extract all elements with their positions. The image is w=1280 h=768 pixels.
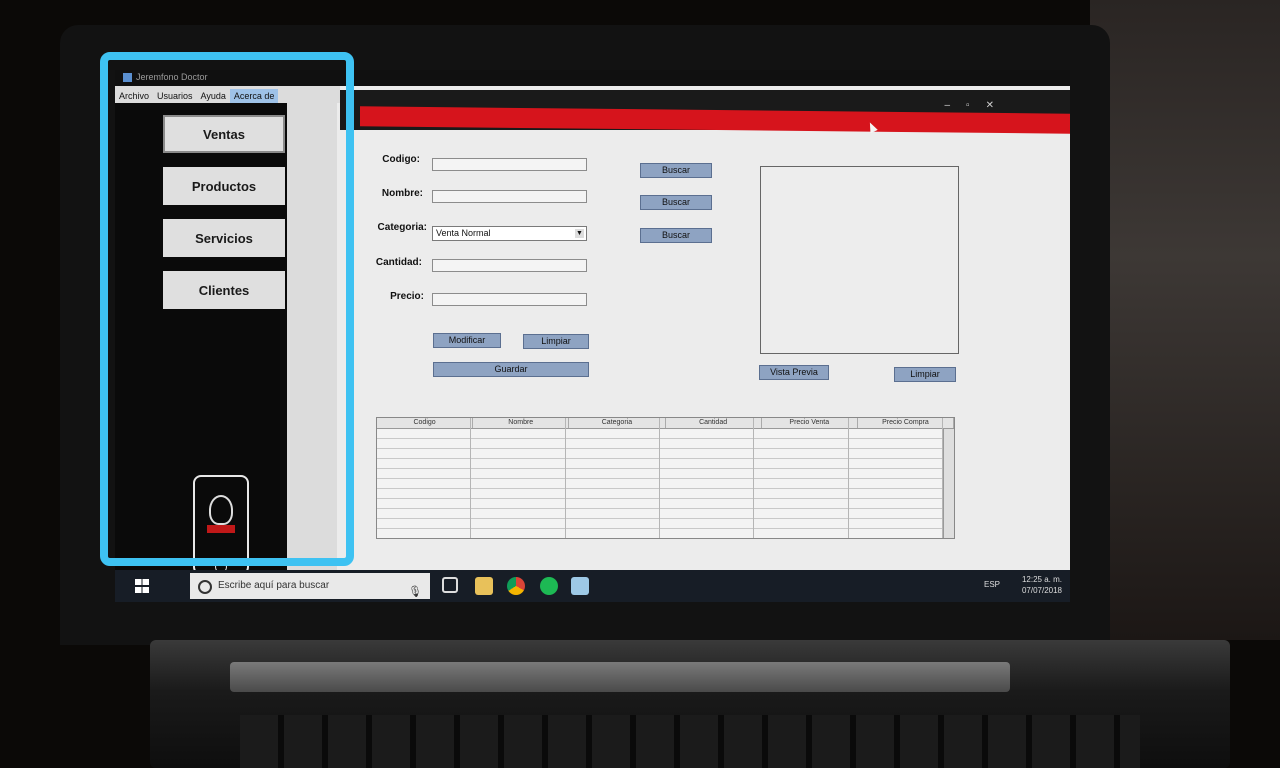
col-cantidad[interactable]: Cantidad	[666, 418, 762, 428]
window-controls[interactable]: –▫✕	[945, 100, 1011, 111]
task-view-icon[interactable]	[442, 577, 458, 593]
image-preview	[760, 166, 959, 354]
background-wall	[1090, 0, 1280, 640]
col-precio-compra[interactable]: Precio Compra	[858, 418, 954, 428]
categoria-label: Categoria:	[377, 222, 427, 233]
chrome-icon[interactable]	[507, 577, 525, 595]
codigo-input[interactable]	[432, 158, 587, 171]
precio-input[interactable]	[432, 293, 587, 306]
language-indicator[interactable]: ESP	[984, 580, 1000, 589]
chevron-down-icon[interactable]: ▼	[575, 229, 584, 238]
clock[interactable]: 12:25 a. m. 07/07/2018	[1022, 574, 1062, 596]
limpiar-preview-button[interactable]: Limpiar	[894, 367, 956, 382]
laptop-hinge	[230, 662, 1010, 692]
categoria-value: Venta Normal	[436, 228, 491, 238]
col-nombre[interactable]: Nombre	[473, 418, 570, 428]
nombre-input[interactable]	[432, 190, 587, 203]
search-input[interactable]: Escribe aquí para buscar 🎙	[190, 573, 430, 599]
products-table: Codigo Nombre Categoria Cantidad Precio …	[376, 417, 955, 539]
buscar-categoria-button[interactable]: Buscar	[640, 228, 712, 243]
windows-start-icon[interactable]	[135, 579, 149, 593]
search-placeholder: Escribe aquí para buscar	[218, 580, 330, 591]
search-icon	[198, 580, 212, 594]
col-codigo[interactable]: Codigo	[377, 418, 474, 428]
cantidad-label: Cantidad:	[375, 257, 422, 268]
windows-taskbar: Escribe aquí para buscar 🎙 ESP 12:25 a. …	[115, 570, 1070, 602]
col-precio-venta[interactable]: Precio Venta	[762, 418, 858, 428]
file-explorer-icon[interactable]	[475, 577, 493, 595]
highlight-box	[100, 52, 354, 566]
buscar-codigo-button[interactable]: Buscar	[640, 163, 712, 178]
guardar-button[interactable]: Guardar	[433, 362, 589, 377]
table-rows[interactable]	[377, 429, 943, 538]
limpiar-form-button[interactable]: Limpiar	[523, 334, 589, 349]
spotify-icon[interactable]	[540, 577, 558, 595]
nombre-label: Nombre:	[381, 188, 423, 199]
app-icon[interactable]	[571, 577, 589, 595]
categoria-select[interactable]: Venta Normal ▼	[432, 226, 587, 241]
buscar-nombre-button[interactable]: Buscar	[640, 195, 712, 210]
clock-time: 12:25 a. m.	[1021, 575, 1062, 584]
table-scrollbar[interactable]	[943, 429, 954, 538]
vista-previa-button[interactable]: Vista Previa	[759, 365, 829, 380]
codigo-label: Codigo:	[382, 154, 420, 165]
cantidad-input[interactable]	[432, 259, 587, 272]
keyboard	[240, 715, 1140, 768]
clock-date: 07/07/2018	[1021, 586, 1062, 595]
microphone-icon[interactable]: 🎙	[408, 579, 422, 605]
table-header: Codigo Nombre Categoria Cantidad Precio …	[377, 418, 954, 429]
precio-label: Precio:	[390, 291, 424, 302]
col-categoria[interactable]: Categoria	[569, 418, 666, 428]
modificar-button[interactable]: Modificar	[433, 333, 501, 348]
